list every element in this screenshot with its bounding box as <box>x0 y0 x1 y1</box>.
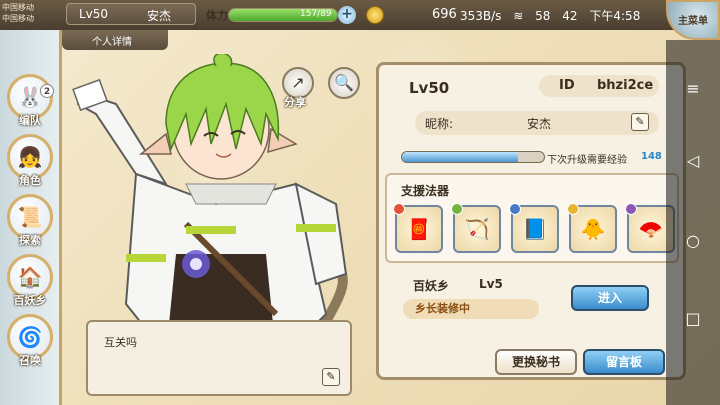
edit-signature-icon[interactable]: ✎ <box>322 368 340 386</box>
main-menu-button[interactable]: 主菜单 <box>666 0 720 40</box>
back-icon[interactable]: ◁ <box>684 152 702 170</box>
blue-scroll-icon: 📘 <box>522 217 548 241</box>
yellow-bird-icon: 🐥 <box>580 217 606 241</box>
element-dot <box>567 203 579 215</box>
menu-lines-icon[interactable]: ≡ <box>684 80 702 98</box>
stamina-value: 157/89 <box>300 9 332 19</box>
support-title: 支援法器 <box>401 184 450 198</box>
search-button[interactable]: 🔍 <box>328 67 360 99</box>
village-status: 乡长装修中 <box>403 299 539 319</box>
element-dot <box>451 203 463 215</box>
exp-label: 下次升级需要经验 <box>547 155 627 166</box>
left-sidebar: 🐰 编队 2 👧 角色 📜 探索 🏠 百妖乡 🌀 召唤 <box>0 30 62 405</box>
edit-nickname-icon[interactable]: ✎ <box>631 113 649 131</box>
player-level: Lv50 <box>79 7 109 21</box>
support-slot[interactable]: 🏹 <box>451 203 501 253</box>
top-status-bar: 中国移动 中国移动 Lv50 安杰 体力 157/89 + 696 353B/s… <box>0 0 720 30</box>
system-status: 353B/s ≋ 58 42 下午4:58 <box>460 7 648 24</box>
message-board-button[interactable]: 留言板 <box>583 349 665 375</box>
exp-value: 148 <box>641 151 662 162</box>
sidebar-item-explore[interactable]: 📜 探索 <box>4 194 56 252</box>
battery-value: 42 <box>562 9 578 23</box>
tab-profile-details[interactable]: 个人详情 <box>62 30 168 50</box>
search-icon: 🔍 <box>334 73 354 92</box>
sidebar-item-character[interactable]: 👧 角色 <box>4 134 56 192</box>
profile-panel: Lv50 ID bhzi2ce 昵称: 安杰 ✎ 下次升级需要经验 148 支援… <box>376 62 686 380</box>
signature-text: 互关吗 <box>104 336 137 349</box>
sidebar-item-label: 召唤 <box>19 354 41 367</box>
recent-apps-icon[interactable]: □ <box>684 310 702 328</box>
sidebar-item-village[interactable]: 🏠 百妖乡 <box>4 254 56 312</box>
android-nav-bar: ≡ ◁ ○ □ <box>666 40 720 405</box>
main-menu-label: 主菜单 <box>678 16 708 27</box>
element-dot <box>509 203 521 215</box>
signature-box: 互关吗 ✎ <box>86 320 352 396</box>
share-icon: ↗ <box>291 73 305 92</box>
home-icon[interactable]: ○ <box>684 232 702 250</box>
support-slot[interactable]: 🐥 <box>567 203 617 253</box>
carrier-info: 中国移动 中国移动 <box>2 2 50 24</box>
clock: 下午4:58 <box>589 9 641 23</box>
player-id-box: ID bhzi2ce <box>539 75 659 97</box>
share-label: 分享 <box>284 96 306 109</box>
signal-value: 58 <box>535 9 551 23</box>
notification-badge: 2 <box>40 84 54 98</box>
player-level-box: Lv50 安杰 <box>66 3 196 25</box>
id-value: bhzi2ce <box>597 78 654 93</box>
support-artifacts: 支援法器 🧧 🏹 📘 🐥 🪭 <box>385 173 679 263</box>
support-slot[interactable]: 🧧 <box>393 203 443 253</box>
sidebar-item-label: 百妖乡 <box>13 294 47 307</box>
enter-village-button[interactable]: 进入 <box>571 285 649 311</box>
nickname-value: 安杰 <box>527 117 552 131</box>
support-slot[interactable]: 📘 <box>509 203 559 253</box>
signal-icon: ≋ <box>513 9 524 23</box>
player-name: 安杰 <box>147 9 172 23</box>
carrier-label: 中国移动 <box>2 3 34 12</box>
change-secretary-button[interactable]: 更换秘书 <box>495 349 577 375</box>
net-speed: 353B/s <box>460 9 502 23</box>
exp-bar <box>401 151 545 163</box>
element-dot <box>393 203 405 215</box>
sidebar-item-summon[interactable]: 🌀 召唤 <box>4 314 56 372</box>
nickname-box: 昵称: 安杰 ✎ <box>415 111 659 135</box>
nickname-label: 昵称: <box>425 117 454 131</box>
carrier-label: 中国移动 <box>2 14 34 23</box>
red-scroll-icon: 🧧 <box>406 217 432 241</box>
gold-value: 696 <box>432 7 457 22</box>
sidebar-item-label: 角色 <box>19 174 41 187</box>
id-label: ID <box>559 78 575 93</box>
crossbow-icon: 🏹 <box>464 217 490 241</box>
gold-coin-icon <box>366 6 384 24</box>
village-level: Lv5 <box>479 277 503 291</box>
sidebar-item-label: 编队 <box>19 114 41 127</box>
red-fan-icon: 🪭 <box>638 217 664 241</box>
sidebar-item-team[interactable]: 🐰 编队 2 <box>4 74 56 132</box>
village-name: 百妖乡 <box>413 279 450 293</box>
stamina-label: 体力 <box>206 9 228 22</box>
profile-level: Lv50 <box>409 79 450 97</box>
element-dot <box>625 203 637 215</box>
exp-fill <box>402 152 519 162</box>
sidebar-item-label: 探索 <box>19 234 41 247</box>
tab-label: 个人详情 <box>92 37 132 48</box>
add-stamina-button[interactable]: + <box>338 6 356 24</box>
